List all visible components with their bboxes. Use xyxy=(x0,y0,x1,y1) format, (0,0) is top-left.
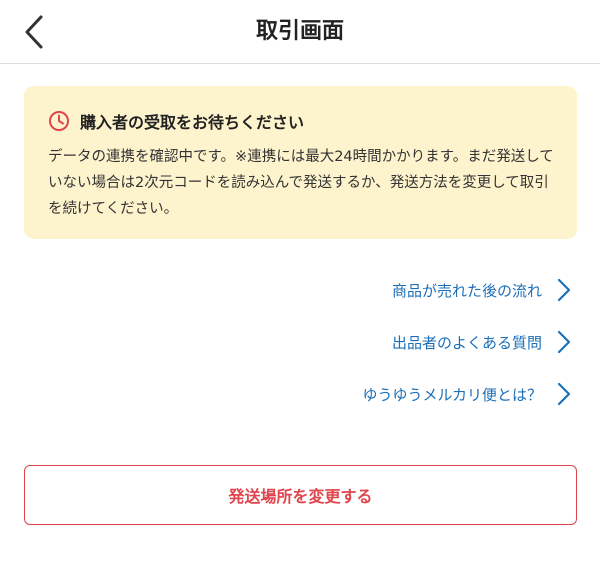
link-label[interactable]: ゆうゆうメルカリ便とは？ xyxy=(362,384,542,405)
chevron-right-icon[interactable] xyxy=(556,330,572,354)
status-notice: 購入者の受取をお待ちください データの連携を確認中です。※連携には最大24時間か… xyxy=(24,86,577,239)
help-links: 商品が売れた後の流れ 出品者のよくある質問 ゆうゆうメルカリ便とは？ xyxy=(172,266,572,422)
change-button-label[interactable]: 発送場所を変更する xyxy=(228,483,372,507)
link-seller-faq[interactable]: 出品者のよくある質問 xyxy=(172,318,572,366)
link-yuyu-mercari-bin[interactable]: ゆうゆうメルカリ便とは？ xyxy=(172,370,572,418)
back-button[interactable] xyxy=(14,8,54,56)
clock-icon xyxy=(49,111,69,131)
chevron-right-icon[interactable] xyxy=(556,278,572,302)
chevron-right-icon[interactable] xyxy=(556,382,572,406)
link-label[interactable]: 商品が売れた後の流れ xyxy=(392,280,542,301)
notice-message: データの連携を確認中です。※連携には最大24時間かかります。まだ発送していない場… xyxy=(48,149,554,217)
notice-header: 購入者の受取をお待ちください xyxy=(48,108,555,134)
notice-title: 購入者の受取をお待ちください xyxy=(80,113,305,132)
chevron-left-icon xyxy=(25,15,43,49)
header-bar: 取引画面 xyxy=(0,0,600,64)
link-flow-after-sale[interactable]: 商品が売れた後の流れ xyxy=(172,266,572,314)
link-label[interactable]: 出品者のよくある質問 xyxy=(392,332,542,353)
page-title: 取引画面 xyxy=(255,19,344,44)
change-shipping-location-button[interactable]: 発送場所を変更する xyxy=(24,465,577,525)
